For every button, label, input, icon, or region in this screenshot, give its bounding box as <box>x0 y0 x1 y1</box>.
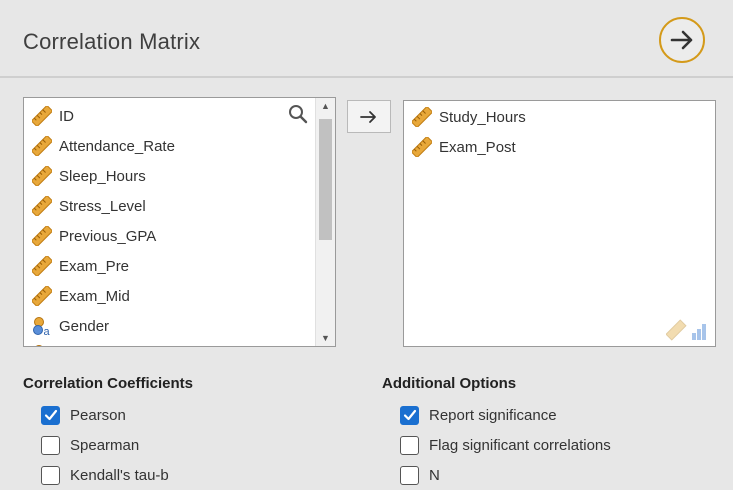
flag-significant-label: Flag significant correlations <box>429 436 611 454</box>
variable-label: Stress_Level <box>59 197 146 215</box>
checkmark-icon <box>44 409 57 421</box>
source-variable-list[interactable]: ID Attendance_Rate Sleep_Hours Stress_Le… <box>23 97 336 347</box>
variable-exam-post[interactable]: Exam_Post <box>412 135 516 159</box>
checkbox-unchecked[interactable] <box>400 435 419 455</box>
variable-previous-gpa[interactable]: Previous_GPA <box>32 224 156 248</box>
scrollbar[interactable]: ▲ ▼ <box>315 98 335 346</box>
variable-label: Exam_Mid <box>59 287 130 305</box>
scrollbar-thumb[interactable] <box>319 119 332 240</box>
ruler-icon <box>32 106 52 126</box>
arrow-right-icon <box>670 30 693 50</box>
n-checkbox[interactable]: N <box>400 464 440 486</box>
ruler-icon <box>32 226 52 246</box>
variable-id[interactable]: ID <box>32 104 74 128</box>
variable-label: Sleep_Hours <box>59 167 146 185</box>
scroll-down-arrow-icon[interactable]: ▼ <box>316 330 335 346</box>
variable-label: ID <box>59 107 74 125</box>
pearson-checkbox[interactable]: Pearson <box>41 404 126 426</box>
variable-gender[interactable]: a Gender <box>32 314 109 338</box>
search-icon[interactable] <box>288 104 308 124</box>
scroll-up-arrow-icon[interactable]: ▲ <box>316 98 335 114</box>
variable-exam-pre[interactable]: Exam_Pre <box>32 254 129 278</box>
ruler-icon <box>32 136 52 156</box>
flag-significant-checkbox[interactable]: Flag significant correlations <box>400 434 611 456</box>
variable-sleep-hours[interactable]: Sleep_Hours <box>32 164 146 188</box>
spearman-checkbox[interactable]: Spearman <box>41 434 139 456</box>
variable-label: Exam_Pre <box>59 257 130 275</box>
variable-partial-next <box>32 342 59 346</box>
variable-label: Gender <box>59 317 110 335</box>
checkbox-unchecked[interactable] <box>41 465 60 485</box>
n-label: N <box>429 466 440 484</box>
nominal-variable-icon: a <box>33 317 51 336</box>
checkbox-checked[interactable] <box>400 405 419 425</box>
ruler-icon <box>412 107 432 127</box>
variable-label: Exam_Post <box>439 138 516 156</box>
ruler-icon <box>32 166 52 186</box>
report-significance-label: Report significance <box>429 406 557 424</box>
variable-attendance-rate[interactable]: Attendance_Rate <box>32 134 175 158</box>
ruler-icon <box>412 137 432 157</box>
svg-text:a: a <box>44 326 51 336</box>
arrow-right-icon <box>360 110 376 123</box>
checkmark-icon <box>403 409 416 421</box>
checkbox-unchecked[interactable] <box>400 465 419 485</box>
variable-label: Previous_GPA <box>59 227 157 245</box>
header-divider <box>0 76 733 78</box>
checkbox-unchecked[interactable] <box>41 435 60 455</box>
variable-exam-mid[interactable]: Exam_Mid <box>32 284 130 308</box>
ruler-icon <box>32 256 52 276</box>
checkbox-checked[interactable] <box>41 405 60 425</box>
variable-stress-level[interactable]: Stress_Level <box>32 194 146 218</box>
ruler-icon <box>36 345 42 346</box>
kendall-label: Kendall's tau-b <box>70 466 169 484</box>
additional-options-heading: Additional Options <box>382 375 517 392</box>
pearson-label: Pearson <box>70 406 126 424</box>
kendall-checkbox[interactable]: Kendall's tau-b <box>41 464 169 486</box>
correlation-coefficients-heading: Correlation Coefficients <box>23 375 194 392</box>
variable-study-hours[interactable]: Study_Hours <box>412 105 526 129</box>
report-significance-checkbox[interactable]: Report significance <box>400 404 557 426</box>
ruler-icon <box>32 196 52 216</box>
target-variable-list[interactable]: Study_Hours Exam_Post <box>403 100 716 347</box>
move-variable-button[interactable] <box>347 100 391 133</box>
permitted-types-icon <box>666 319 706 341</box>
variable-label: Attendance_Rate <box>59 137 175 155</box>
spearman-label: Spearman <box>70 436 140 454</box>
variable-label: Study_Hours <box>439 108 526 126</box>
page-title: Correlation Matrix <box>23 29 201 54</box>
ruler-icon <box>32 286 52 306</box>
run-button[interactable] <box>659 17 705 63</box>
